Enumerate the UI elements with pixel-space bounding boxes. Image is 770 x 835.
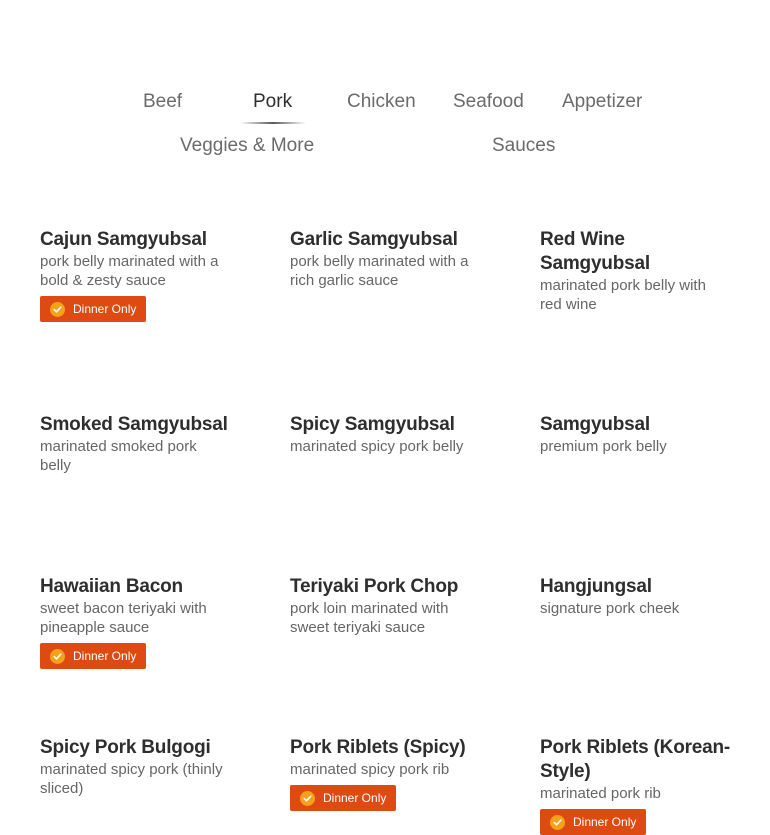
menu-item-description: signature pork cheek (540, 600, 680, 617)
check-circle-icon (50, 648, 65, 664)
menu-item-title: Spicy Pork Bulgogi (40, 737, 211, 758)
menu-item-title: Hawaiian Bacon (40, 576, 183, 597)
tab-appetizer[interactable]: Appetizer (562, 90, 642, 114)
menu-item[interactable]: Teriyaki Pork Chop pork loin marinated w… (290, 575, 485, 637)
badge-label: Dinner Only (73, 302, 137, 316)
menu-item-title: Pork Riblets (Spicy) (290, 737, 466, 758)
dinner-only-badge: Dinner Only (40, 643, 147, 669)
menu-item-description: marinated smoked pork belly (40, 438, 197, 474)
menu-item-description: marinated pork belly with red wine (540, 277, 706, 313)
badge-label: Dinner Only (573, 815, 637, 829)
badge-label: Dinner Only (323, 791, 387, 805)
menu-item-title: Hangjungsal (540, 576, 652, 597)
menu-item-title: Pork Riblets (Korean-Style) (540, 737, 731, 782)
badge-label: Dinner Only (73, 649, 137, 663)
menu-item-description: premium pork belly (540, 438, 667, 455)
menu-item-description: sweet bacon teriyaki with pineapple sauc… (40, 600, 207, 636)
menu-item[interactable]: Red Wine Samgyubsal marinated pork belly… (540, 228, 730, 314)
tab-active-indicator (240, 122, 306, 124)
menu-item[interactable]: Spicy Pork Bulgogi marinated spicy pork … (40, 736, 240, 798)
menu-item[interactable]: Hangjungsal signature pork cheek (540, 575, 730, 618)
menu-item[interactable]: Pork Riblets (Korean-Style) marinated po… (540, 736, 750, 835)
tab-chicken[interactable]: Chicken (347, 90, 416, 114)
menu-item[interactable]: Smoked Samgyubsal marinated smoked pork … (40, 413, 235, 475)
menu-item-description: pork belly marinated with a bold & zesty… (40, 253, 219, 289)
check-circle-icon (300, 790, 315, 806)
dinner-only-badge: Dinner Only (290, 785, 397, 811)
menu-item[interactable]: Spicy Samgyubsal marinated spicy pork be… (290, 413, 490, 456)
menu-item-description: pork loin marinated with sweet teriyaki … (290, 600, 449, 636)
menu-item[interactable]: Garlic Samgyubsal pork belly marinated w… (290, 228, 485, 290)
menu-item[interactable]: Hawaiian Bacon sweet bacon teriyaki with… (40, 575, 235, 669)
menu-item-title: Teriyaki Pork Chop (290, 576, 459, 597)
menu-item-title: Samgyubsal (540, 414, 650, 435)
tab-beef[interactable]: Beef (143, 90, 182, 114)
menu-item-title: Cajun Samgyubsal (40, 229, 207, 250)
menu-item-title: Spicy Samgyubsal (290, 414, 455, 435)
tab-veggies-more[interactable]: Veggies & More (180, 134, 314, 158)
menu-item-description: marinated spicy pork belly (290, 438, 464, 455)
menu-item[interactable]: Pork Riblets (Spicy) marinated spicy por… (290, 736, 490, 811)
menu-item-description: marinated spicy pork rib (290, 761, 450, 778)
check-circle-icon (50, 301, 65, 317)
menu-item-description: marinated pork rib (540, 785, 661, 802)
menu-item-title: Smoked Samgyubsal (40, 414, 228, 435)
dinner-only-badge: Dinner Only (40, 296, 147, 322)
menu-item-title: Red Wine Samgyubsal (540, 229, 650, 274)
menu-item[interactable]: Samgyubsal premium pork belly (540, 413, 730, 456)
tab-seafood[interactable]: Seafood (453, 90, 524, 114)
check-circle-icon (550, 814, 565, 830)
menu-item-title: Garlic Samgyubsal (290, 229, 458, 250)
dinner-only-badge: Dinner Only (540, 809, 647, 835)
menu-item-description: marinated spicy pork (thinly sliced) (40, 761, 223, 797)
tab-pork[interactable]: Pork (253, 90, 292, 114)
menu-item-description: pork belly marinated with a rich garlic … (290, 253, 469, 289)
menu-item[interactable]: Cajun Samgyubsal pork belly marinated wi… (40, 228, 235, 322)
tab-sauces[interactable]: Sauces (492, 134, 555, 158)
